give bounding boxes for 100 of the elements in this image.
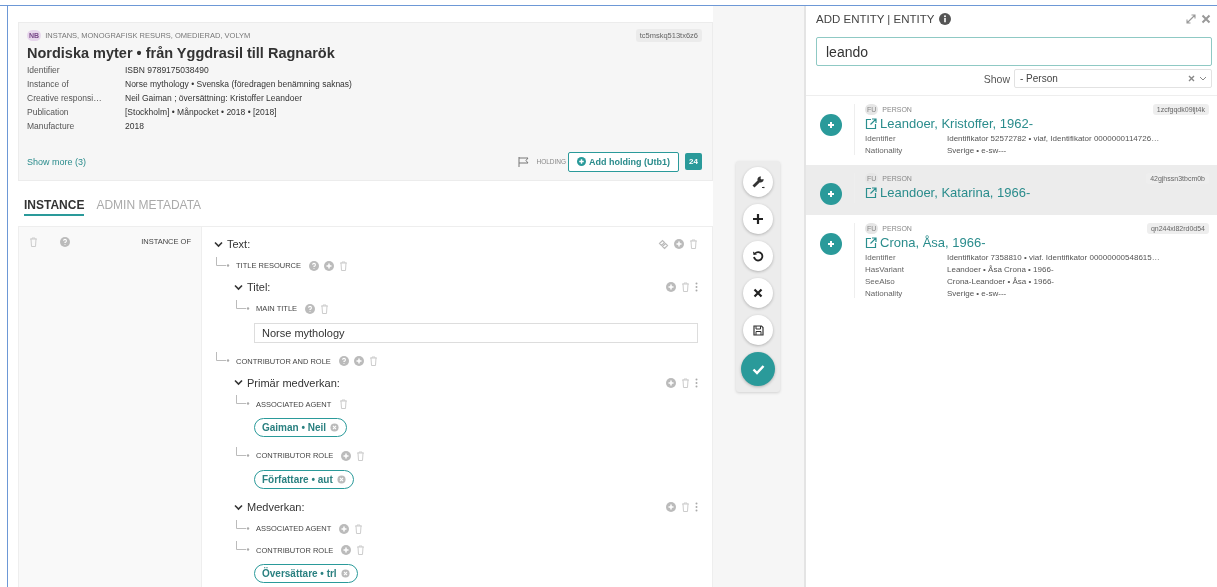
- trash-icon[interactable]: [339, 260, 348, 271]
- trash-icon[interactable]: [339, 399, 349, 410]
- entity-label: Titel:: [247, 281, 271, 294]
- remove-icon[interactable]: [336, 474, 346, 484]
- chevron-icon[interactable]: [234, 502, 243, 512]
- tree-connector: [236, 519, 250, 532]
- flag-icon[interactable]: [518, 156, 531, 167]
- add-icon[interactable]: [341, 450, 352, 461]
- add-icon[interactable]: [666, 282, 676, 293]
- help-icon[interactable]: [305, 303, 316, 314]
- more-icon[interactable]: [695, 377, 698, 388]
- tree-connector: [236, 541, 250, 554]
- check-icon: [751, 363, 765, 375]
- add-icon[interactable]: [820, 183, 842, 205]
- undo-button[interactable]: [743, 241, 773, 271]
- add-button[interactable]: [743, 204, 773, 234]
- property-label: Instance of: [27, 79, 70, 89]
- property-label: Nationality: [865, 289, 904, 298]
- linked-entity-chip[interactable]: Översättare • trl: [254, 564, 358, 583]
- external-link-icon[interactable]: [865, 186, 877, 199]
- trash-icon[interactable]: [689, 239, 698, 250]
- close-icon[interactable]: [1201, 14, 1211, 24]
- type-select[interactable]: - Person: [1014, 69, 1212, 88]
- clear-icon[interactable]: [1188, 75, 1195, 82]
- help-icon[interactable]: [309, 260, 319, 271]
- property-label: Nationality: [865, 146, 904, 155]
- entity-label: Text:: [227, 238, 251, 251]
- chevron-icon[interactable]: [234, 378, 243, 388]
- select-value: - Person: [1020, 73, 1058, 84]
- property-label: HasVariant: [865, 265, 905, 274]
- search-field[interactable]: leando: [816, 37, 1212, 66]
- property-value: ISBN 9789175038490: [125, 65, 210, 75]
- property-label: Identifier: [27, 65, 61, 75]
- help-icon[interactable]: [338, 356, 349, 367]
- save-button[interactable]: [743, 315, 773, 345]
- add-icon[interactable]: [820, 114, 842, 136]
- close-icon: [753, 288, 763, 298]
- show-more-link[interactable]: Show more (3): [27, 156, 87, 167]
- tab[interactable]: ADMIN METADATA: [96, 197, 202, 216]
- trash-icon[interactable]: [368, 356, 378, 367]
- more-icon[interactable]: [695, 502, 698, 513]
- add-icon[interactable]: [324, 260, 334, 271]
- help-icon[interactable]: [60, 236, 70, 247]
- remove-icon[interactable]: [330, 423, 340, 432]
- result-name-link[interactable]: Crona, Åsa, 1966-: [880, 235, 986, 250]
- tab[interactable]: INSTANCE: [24, 197, 85, 216]
- remove-icon[interactable]: [340, 569, 350, 578]
- property-label: SeeAlso: [865, 277, 896, 286]
- add-icon[interactable]: [666, 502, 676, 513]
- tree-connector: [236, 299, 250, 312]
- entity-label: Medverkan:: [247, 501, 305, 514]
- property-value: Sverige • e-sw---: [947, 289, 1008, 298]
- link-icon[interactable]: [658, 238, 669, 250]
- expand-icon[interactable]: [1186, 14, 1196, 24]
- linked-entity-chip[interactable]: Författare • aut: [254, 469, 354, 489]
- text-field[interactable]: Norse mythology: [254, 322, 698, 343]
- property-value: Crona-Leandoer • Åsa • 1966-: [947, 277, 1055, 286]
- property-label: Identifier: [865, 134, 897, 143]
- add-icon[interactable]: [666, 377, 676, 388]
- caret-icon[interactable]: [1199, 76, 1207, 81]
- property-value: [Stockholm] • Månpocket • 2018 • [2018]: [125, 107, 278, 117]
- trash-icon[interactable]: [356, 545, 366, 556]
- trash-icon[interactable]: [681, 282, 690, 293]
- property-label: Manufacture: [27, 121, 76, 131]
- add-holding-button[interactable]: Add holding (Utb1): [568, 151, 680, 172]
- add-icon: [577, 157, 587, 166]
- result-name-link[interactable]: Leandoer, Kristoffer, 1962-: [880, 116, 1033, 131]
- holding-count: 24: [685, 153, 702, 170]
- show-label: Show: [983, 72, 1010, 85]
- property-value: Norse mythology • Svenska (föredragen benämning saknas): [125, 79, 353, 89]
- linked-entity-chip[interactable]: Gaiman • Neil: [254, 418, 348, 437]
- external-link-icon[interactable]: [865, 117, 877, 130]
- add-icon[interactable]: [674, 239, 684, 250]
- property-value: Sverige • e-sw---: [947, 146, 1008, 155]
- add-icon[interactable]: [339, 523, 350, 534]
- add-icon[interactable]: [353, 356, 364, 367]
- external-link-icon[interactable]: [865, 236, 877, 249]
- property-label: Creative responsi…: [27, 93, 103, 103]
- property-value: Identifikator 52572782 • viaf, Identifikator 0000000114726…: [947, 134, 1161, 143]
- trash-icon[interactable]: [320, 303, 330, 314]
- add-icon[interactable]: [820, 233, 842, 255]
- save-icon: [752, 324, 764, 336]
- property-label: Publication: [27, 107, 70, 117]
- property-label: Identifier: [865, 253, 897, 262]
- trash-icon[interactable]: [29, 236, 38, 247]
- trash-icon[interactable]: [356, 450, 366, 461]
- plus-icon: [752, 213, 764, 225]
- trash-icon[interactable]: [354, 523, 364, 534]
- chevron-icon[interactable]: [214, 239, 223, 249]
- info-icon[interactable]: [939, 13, 952, 25]
- done-button[interactable]: [741, 352, 775, 386]
- more-icon[interactable]: [695, 282, 698, 293]
- cancel-button[interactable]: [743, 278, 773, 308]
- trash-icon[interactable]: [681, 377, 690, 388]
- add-icon[interactable]: [341, 545, 352, 556]
- tree-connector: [236, 395, 250, 408]
- trash-icon[interactable]: [681, 502, 690, 513]
- result-name-link[interactable]: Leandoer, Katarina, 1966-: [880, 185, 1031, 200]
- chevron-icon[interactable]: [234, 282, 243, 292]
- tools-button[interactable]: [743, 167, 773, 197]
